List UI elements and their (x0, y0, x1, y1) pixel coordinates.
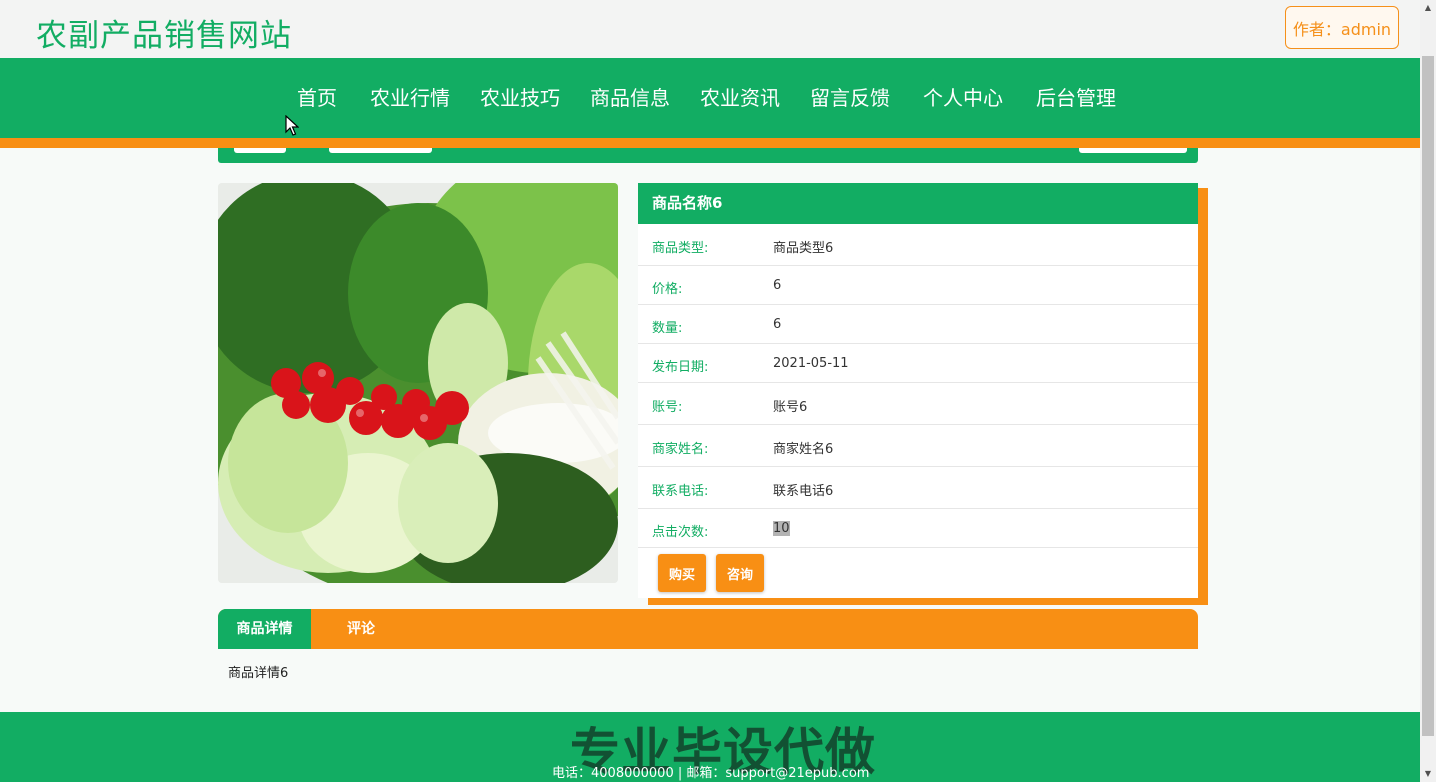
detail-label: 发布日期: (652, 360, 709, 375)
footer-contact: 电话：4008000000 | 邮箱：support@21epub.com (552, 766, 870, 781)
breadcrumb-bar (218, 148, 1198, 163)
author-button[interactable]: 作者：admin (1285, 6, 1399, 49)
detail-value: 联系电话6 (773, 484, 834, 499)
scroll-thumb[interactable] (1422, 56, 1434, 736)
detail-row-merchant: 商家姓名: 商家姓名6 (638, 425, 1198, 467)
detail-label: 点击次数: (652, 525, 709, 540)
detail-label: 账号: (652, 400, 683, 415)
detail-label: 联系电话: (652, 484, 709, 499)
detail-value: 商品类型6 (773, 241, 834, 256)
nav-accent-stripe (0, 138, 1420, 148)
nav-item-products[interactable]: 商品信息 (590, 82, 670, 111)
detail-label: 商品类型: (652, 241, 709, 256)
product-image (218, 183, 618, 583)
detail-value: 6 (773, 278, 782, 293)
detail-label: 商家姓名: (652, 442, 709, 457)
nav-item-news[interactable]: 农业资讯 (700, 82, 780, 111)
detail-row-date: 发布日期: 2021-05-11 (638, 344, 1198, 383)
detail-label: 数量: (652, 321, 683, 336)
detail-value: 商家姓名6 (773, 442, 834, 457)
detail-value: 10 (773, 521, 790, 536)
detail-row-quantity: 数量: 6 (638, 305, 1198, 344)
product-name: 商品名称6 (638, 183, 1198, 224)
nav-item-tips[interactable]: 农业技巧 (480, 82, 560, 111)
back-button[interactable] (1079, 148, 1187, 153)
tab-comments[interactable]: 评论 (312, 609, 410, 649)
page-scrollbar[interactable]: ▲ ▼ (1420, 0, 1436, 782)
nav-item-profile[interactable]: 个人中心 (923, 82, 1003, 111)
breadcrumb-pill[interactable] (234, 148, 286, 153)
site-title[interactable]: 农副产品销售网站 (36, 10, 292, 55)
detail-value: 账号6 (773, 400, 808, 415)
detail-label: 价格: (652, 282, 683, 297)
detail-row-clicks: 点击次数: 10 (638, 509, 1198, 548)
scroll-down-icon[interactable]: ▼ (1420, 766, 1436, 782)
nav-item-home[interactable]: 首页 (297, 82, 337, 111)
mouse-cursor-icon (285, 115, 299, 136)
detail-row-account: 账号: 账号6 (638, 383, 1198, 425)
tab-product-details[interactable]: 商品详情 (218, 609, 311, 649)
detail-value: 2021-05-11 (773, 356, 849, 371)
consult-button[interactable]: 咨询 (716, 554, 764, 592)
top-header: 农副产品销售网站 作者：admin (0, 0, 1420, 58)
detail-tabs: 商品详情 评论 (218, 609, 1198, 649)
nav-item-admin[interactable]: 后台管理 (1036, 82, 1116, 111)
nav-item-market[interactable]: 农业行情 (370, 82, 450, 111)
detail-value: 6 (773, 317, 782, 332)
tab-content: 商品详情6 (228, 666, 289, 681)
vegetable-illustration (218, 183, 618, 583)
detail-row-price: 价格: 6 (638, 266, 1198, 305)
buy-button[interactable]: 购买 (658, 554, 706, 592)
detail-row-type: 商品类型: 商品类型6 (638, 224, 1198, 266)
product-details-card: 商品名称6 商品类型: 商品类型6 价格: 6 数量: 6 发布日期: 2021… (638, 183, 1198, 598)
breadcrumb-pill[interactable] (329, 148, 432, 153)
detail-row-phone: 联系电话: 联系电话6 (638, 467, 1198, 509)
scroll-up-icon[interactable]: ▲ (1420, 0, 1436, 16)
nav-item-feedback[interactable]: 留言反馈 (810, 82, 890, 111)
